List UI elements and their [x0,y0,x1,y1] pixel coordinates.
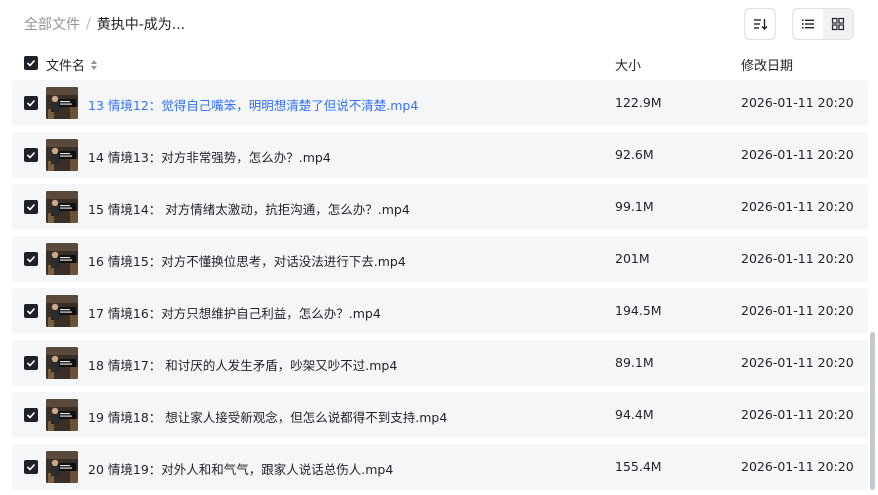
file-date: 2026-01-11 20:20 [741,459,854,474]
video-thumbnail[interactable] [46,451,78,483]
column-header-size[interactable]: 大小 [615,55,641,74]
breadcrumb-separator: / [86,16,91,32]
file-date: 2026-01-11 20:20 [741,199,854,214]
row-checkbox[interactable] [24,200,38,214]
row-checkbox[interactable] [24,356,38,370]
checkmark-icon [26,99,36,107]
select-all-checkbox[interactable] [24,56,38,70]
file-name[interactable]: 17 情境16：对方只想维护自己利益，怎么办？.mp4 [88,303,381,322]
column-header-date[interactable]: 修改日期 [741,55,793,74]
column-header-name[interactable]: 文件名 [46,55,99,74]
video-thumbnail[interactable] [46,295,78,327]
list-view-button[interactable] [793,9,823,39]
file-date: 2026-01-11 20:20 [741,147,854,162]
checkmark-icon [26,203,36,211]
file-date: 2026-01-11 20:20 [741,95,854,110]
file-name[interactable]: 14 情境13：对方非常强势，怎么办？.mp4 [88,147,331,166]
video-thumbnail[interactable] [46,87,78,119]
row-checkbox[interactable] [24,408,38,422]
video-thumbnail[interactable] [46,139,78,171]
row-checkbox[interactable] [24,304,38,318]
sort-icon [754,19,768,30]
file-date: 2026-01-11 20:20 [741,303,854,318]
file-date: 2026-01-11 20:20 [741,251,854,266]
sort-arrows-icon [91,59,98,70]
checkmark-icon [26,411,36,419]
video-thumbnail[interactable] [46,347,78,379]
file-size: 99.1M [615,199,654,214]
file-date: 2026-01-11 20:20 [741,407,854,422]
breadcrumb: 全部文件 / 黄执中-成为... [24,14,185,34]
grid-view-icon [831,17,845,31]
file-size: 155.4M [615,459,662,474]
file-size: 92.6M [615,147,654,162]
breadcrumb-root[interactable]: 全部文件 [24,14,80,34]
top-bar: 全部文件 / 黄执中-成为... [0,0,878,48]
checkmark-icon [26,307,36,315]
video-thumbnail-icon [46,295,78,327]
column-header-name-label: 文件名 [46,59,86,74]
sort-button[interactable] [744,8,776,40]
row-checkbox[interactable] [24,148,38,162]
video-thumbnail-icon [46,191,78,223]
file-size: 122.9M [615,95,662,110]
grid-view-button[interactable] [823,9,853,39]
video-thumbnail-icon [46,243,78,275]
checkmark-icon [26,59,36,67]
video-thumbnail-icon [46,451,78,483]
video-thumbnail-icon [46,139,78,171]
row-checkbox[interactable] [24,460,38,474]
file-name[interactable]: 15 情境14： 对方情绪太激动，抗拒沟通，怎么办？.mp4 [88,199,410,218]
file-row[interactable]: 17 情境16：对方只想维护自己利益，怎么办？.mp4 194.5M 2026-… [12,288,868,334]
row-checkbox[interactable] [24,96,38,110]
row-checkbox[interactable] [24,252,38,266]
file-size: 94.4M [615,407,654,422]
video-thumbnail-icon [46,399,78,431]
checkmark-icon [26,255,36,263]
file-name[interactable]: 13 情境12：觉得自己嘴笨，明明想清楚了但说不清楚.mp4 [88,95,418,114]
video-thumbnail[interactable] [46,399,78,431]
file-name[interactable]: 18 情境17： 和讨厌的人发生矛盾，吵架又吵不过.mp4 [88,355,397,374]
table-header: 文件名 大小 修改日期 [12,52,868,78]
file-date: 2026-01-11 20:20 [741,355,854,370]
file-row[interactable]: 20 情境19：对外人和和气气，跟家人说话总伤人.mp4 155.4M 2026… [12,444,868,490]
file-size: 201M [615,251,650,266]
file-row[interactable]: 18 情境17： 和讨厌的人发生矛盾，吵架又吵不过.mp4 89.1M 2026… [12,340,868,386]
checkmark-icon [26,359,36,367]
checkmark-icon [26,463,36,471]
view-toggle [792,8,854,40]
video-thumbnail-icon [46,87,78,119]
file-row[interactable]: 15 情境14： 对方情绪太激动，抗拒沟通，怎么办？.mp4 99.1M 202… [12,184,868,230]
file-row[interactable]: 14 情境13：对方非常强势，怎么办？.mp4 92.6M 2026-01-11… [12,132,868,178]
file-name[interactable]: 16 情境15：对方不懂换位思考，对话没法进行下去.mp4 [88,251,406,270]
video-thumbnail-icon [46,347,78,379]
video-thumbnail[interactable] [46,191,78,223]
checkmark-icon [26,151,36,159]
file-name[interactable]: 19 情境18： 想让家人接受新观念，但怎么说都得不到支持.mp4 [88,407,447,426]
list-view-icon [802,19,814,29]
scrollbar[interactable] [870,332,875,490]
video-thumbnail[interactable] [46,243,78,275]
breadcrumb-current: 黄执中-成为... [96,17,186,33]
file-list: 13 情境12：觉得自己嘴笨，明明想清楚了但说不清楚.mp4 122.9M 20… [12,80,868,495]
file-name[interactable]: 20 情境19：对外人和和气气，跟家人说话总伤人.mp4 [88,459,393,478]
file-size: 194.5M [615,303,662,318]
file-row[interactable]: 13 情境12：觉得自己嘴笨，明明想清楚了但说不清楚.mp4 122.9M 20… [12,80,868,126]
file-size: 89.1M [615,355,654,370]
file-row[interactable]: 19 情境18： 想让家人接受新观念，但怎么说都得不到支持.mp4 94.4M … [12,392,868,438]
file-row[interactable]: 16 情境15：对方不懂换位思考，对话没法进行下去.mp4 201M 2026-… [12,236,868,282]
